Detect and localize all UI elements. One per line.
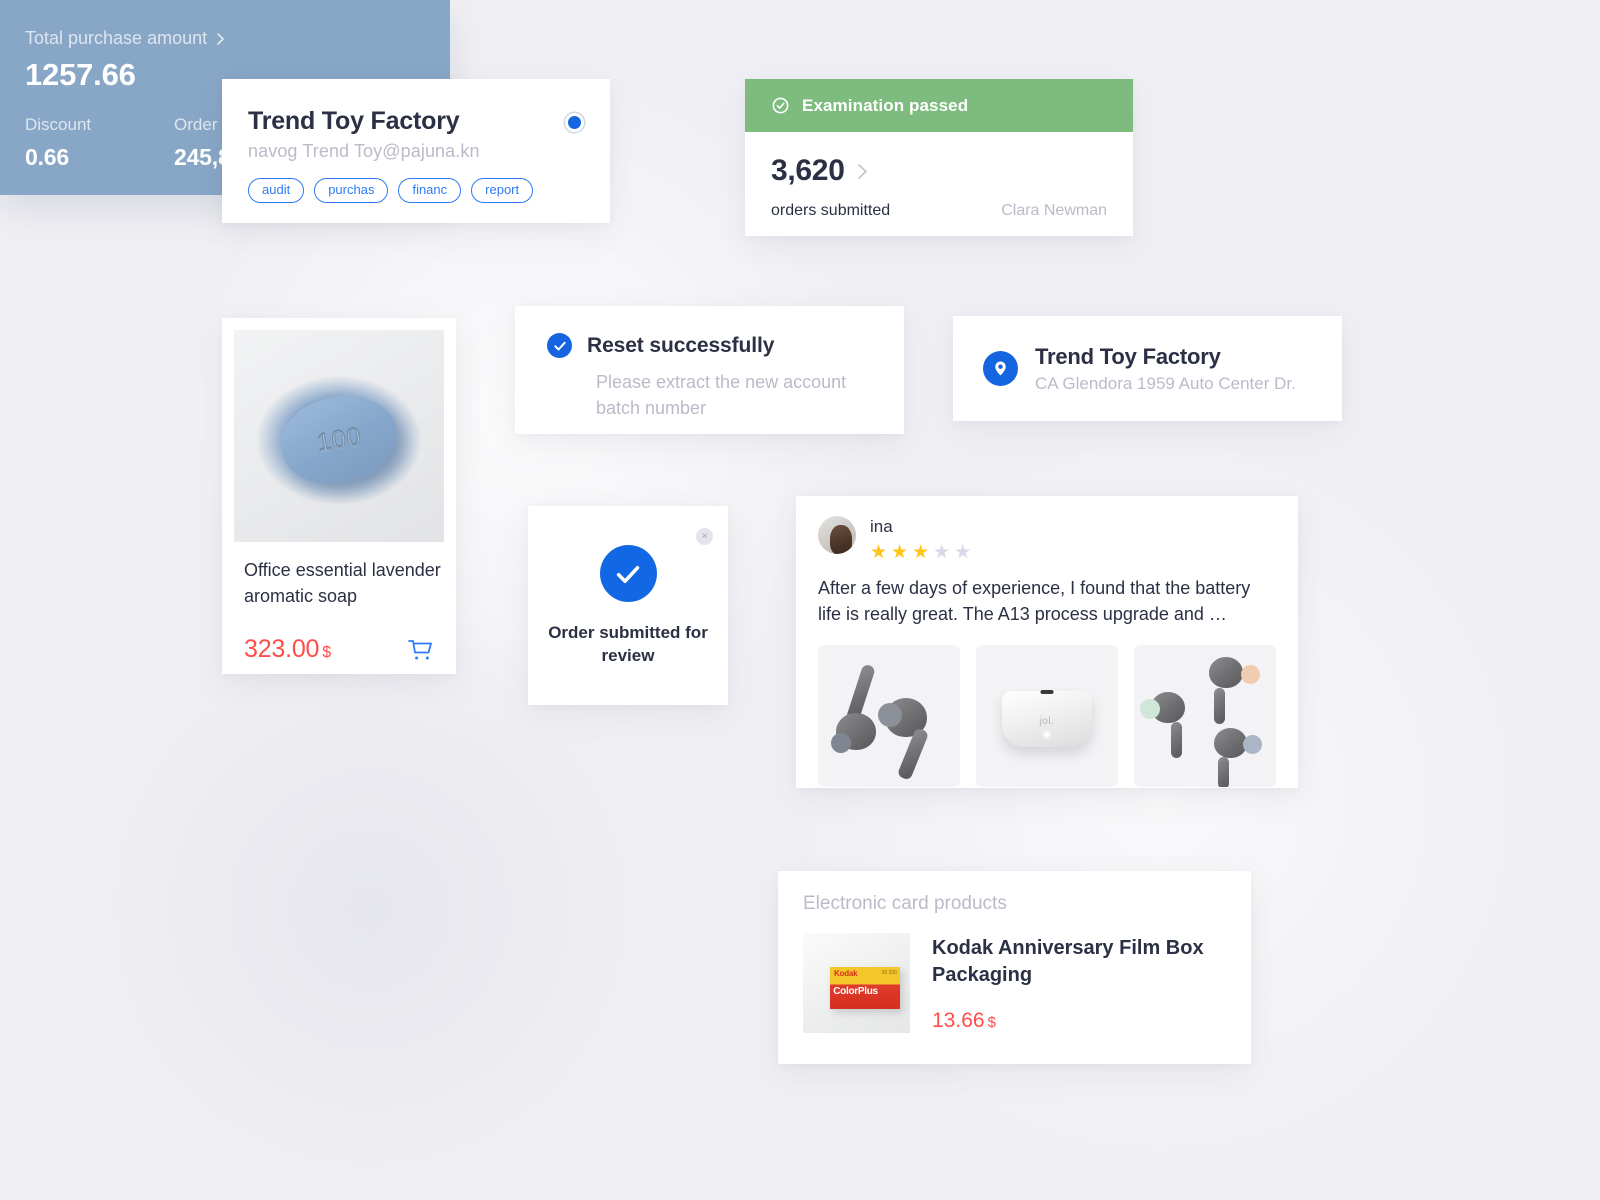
review-thumbnail-earbuds-pair[interactable] (818, 645, 960, 788)
chevron-right-icon[interactable] (216, 32, 225, 46)
examination-footer: orders submitted Clara Newman (771, 202, 1107, 220)
order-submitted-card: × Order submitted for review (528, 506, 728, 705)
pill-imprint-label: 100 (314, 422, 364, 458)
avatar (818, 516, 856, 554)
review-thumbnail-charging-case[interactable]: jol. (976, 645, 1118, 788)
tag-report[interactable]: report (471, 178, 534, 204)
product-price-currency: $ (322, 644, 331, 662)
film-badge-label: 36 200 (881, 969, 897, 976)
order-submitted-message: Order submitted for review (548, 623, 708, 666)
stat-discount-label: Discount (25, 115, 92, 134)
star-4[interactable]: ★ (933, 543, 950, 562)
orders-count: 3,620 (771, 154, 845, 187)
review-header: ina ★ ★ ★ ★ ★ (818, 516, 1276, 562)
purchase-label-row[interactable]: Total purchase amount (25, 28, 425, 49)
account-tag-row: audit purchas financ report (248, 178, 584, 204)
electronic-card-price-currency: $ (987, 1014, 996, 1031)
product-image-pill: 100 (234, 330, 444, 542)
tag-audit[interactable]: audit (248, 178, 305, 204)
orders-count-label: orders submitted (771, 202, 891, 219)
electronic-card-price: 13.66 $ (932, 1009, 1226, 1033)
reset-header: Reset successfully (547, 333, 872, 358)
review-text: After a few days of experience, I found … (818, 578, 1251, 625)
purchase-label: Total purchase amount (25, 28, 208, 48)
reset-success-card: Reset successfully Please extract the ne… (515, 306, 904, 434)
examination-person: Clara Newman (1001, 202, 1107, 219)
star-1[interactable]: ★ (870, 543, 887, 562)
chevron-right-icon[interactable] (857, 163, 868, 180)
account-email: navog Trend Toy@pajuna.kn (248, 141, 480, 161)
review-meta: ina ★ ★ ★ ★ ★ (870, 516, 971, 562)
case-logo-label: jol. (1039, 715, 1055, 727)
stat-discount-value: 0.66 (25, 144, 69, 170)
account-card[interactable]: Trend Toy Factory navog Trend Toy@pajuna… (222, 79, 610, 223)
electronic-card-product-name: Kodak Anniversary Film Box Packaging (932, 937, 1204, 986)
charging-case-shape: jol. (1001, 690, 1093, 748)
product-name: Office essential lavender aromatic soap (244, 560, 441, 606)
cart-icon[interactable] (408, 638, 434, 662)
electronic-card-product-row[interactable]: 36 200 Kodak Anniversary Film Box Packag… (803, 933, 1226, 1033)
electronic-card-section-title: Electronic card products (803, 893, 1007, 914)
check-circle-icon (771, 96, 790, 115)
location-text-block: Trend Toy Factory CA Glendora 1959 Auto … (1035, 344, 1296, 394)
review-thumbnail-earbuds-trio[interactable] (1134, 645, 1276, 788)
reset-title: Reset successfully (587, 333, 775, 357)
review-thumbnail-row: jol. (818, 645, 1276, 788)
examination-body: 3,620 orders submitted Clara Newman (745, 132, 1133, 220)
review-username: ina (870, 517, 893, 536)
electronic-card-products-card: Electronic card products 36 200 Kodak An… (778, 871, 1251, 1064)
electronic-card-price-value: 13.66 (932, 1009, 985, 1032)
product-price: 323.00 $ (244, 635, 331, 664)
product-image-film-box: 36 200 (803, 933, 910, 1033)
product-card-soap[interactable]: 100 Office essential lavender aromatic s… (222, 318, 456, 674)
location-address: CA Glendora 1959 Auto Center Dr. (1035, 373, 1296, 393)
reset-subtitle: Please extract the new account batch num… (596, 372, 847, 419)
examination-count-row[interactable]: 3,620 (771, 154, 1107, 188)
pill-shape: 100 (273, 386, 405, 494)
rating-stars[interactable]: ★ ★ ★ ★ ★ (870, 543, 971, 562)
tag-financ[interactable]: financ (398, 178, 462, 204)
product-price-row: 323.00 $ (234, 635, 444, 664)
location-card[interactable]: Trend Toy Factory CA Glendora 1959 Auto … (953, 316, 1342, 421)
close-icon[interactable]: × (696, 528, 713, 545)
tag-purchas[interactable]: purchas (314, 178, 389, 204)
star-5[interactable]: ★ (954, 543, 971, 562)
star-2[interactable]: ★ (891, 543, 908, 562)
location-title: Trend Toy Factory (1035, 343, 1221, 369)
account-text-block: Trend Toy Factory navog Trend Toy@pajuna… (248, 107, 480, 162)
review-card: ina ★ ★ ★ ★ ★ After a few days of experi… (796, 496, 1298, 788)
stat-discount: Discount 0.66 (25, 115, 174, 171)
card-canvas: Trend Toy Factory navog Trend Toy@pajuna… (0, 0, 1600, 1200)
examination-banner: Examination passed (745, 79, 1133, 132)
success-check-icon (599, 545, 657, 602)
account-title: Trend Toy Factory (248, 107, 460, 135)
map-pin-icon (983, 351, 1018, 386)
kodak-film-box-shape: 36 200 (829, 967, 901, 1009)
check-filled-icon (547, 333, 572, 358)
examination-card: Examination passed 3,620 orders submitte… (745, 79, 1133, 236)
product-price-value: 323.00 (244, 635, 320, 664)
star-3[interactable]: ★ (912, 543, 929, 562)
electronic-card-product-info: Kodak Anniversary Film Box Packaging 13.… (932, 933, 1226, 1033)
account-header: Trend Toy Factory navog Trend Toy@pajuna… (248, 107, 584, 162)
case-led-icon (1044, 731, 1050, 737)
examination-banner-text: Examination passed (802, 95, 969, 115)
radio-selected-icon[interactable] (565, 113, 584, 132)
